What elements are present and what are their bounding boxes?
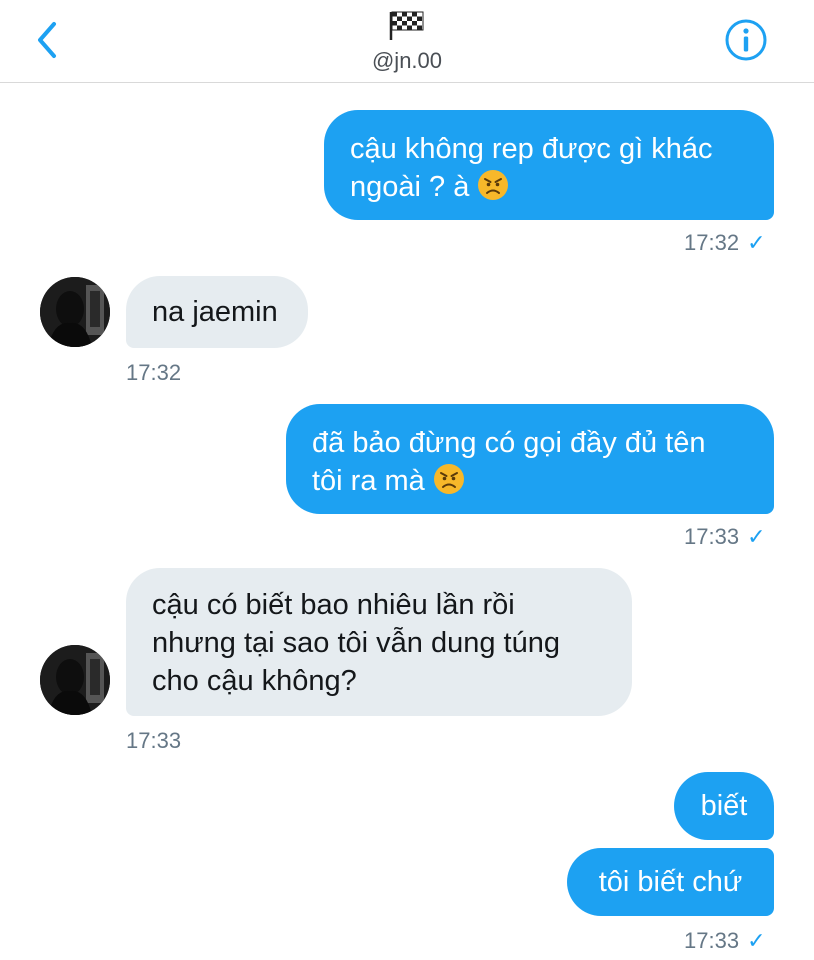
avatar[interactable] — [40, 645, 110, 715]
read-check-icon: ✓ — [747, 524, 766, 549]
angry-face-emoji — [478, 170, 509, 200]
message-text: cậu có biết bao nhiêu lần rồi — [152, 589, 515, 621]
message-bubble[interactable]: cậu không rep được gì khác ngoài ? à — [324, 110, 774, 220]
avatar-image — [40, 277, 110, 347]
message-timestamp: 17:33 — [126, 728, 182, 753]
message-text: đã bảo đừng có gọi đầy đủ tên — [312, 427, 706, 459]
message-text: nhưng tại sao tôi vẫn dung túng — [152, 627, 560, 659]
read-check-icon: ✓ — [747, 928, 766, 953]
avatar[interactable] — [40, 277, 110, 347]
message-timestamp: 17:33 ✓ — [684, 524, 766, 549]
conversation-handle[interactable]: @jn.00 — [0, 48, 814, 74]
checkered-flag-icon — [389, 11, 424, 40]
info-button[interactable] — [724, 18, 768, 62]
message-timestamp: 17:32 — [126, 360, 182, 385]
message-text: tôi ra mà — [312, 465, 425, 497]
message-text: biết — [700, 790, 748, 822]
message-bubble[interactable]: đã bảo đừng có gọi đầy đủ tên tôi ra mà — [286, 404, 774, 514]
message-bubble[interactable]: na jaemin — [126, 276, 308, 348]
message-timestamp: 17:33 ✓ — [684, 928, 766, 953]
message-bubble[interactable]: tôi biết chứ — [567, 848, 774, 916]
message-text: tôi biết chứ — [598, 866, 743, 898]
message-text: cho cậu không? — [152, 665, 357, 697]
message-text: cậu không rep được gì khác — [350, 133, 713, 165]
message-text: na jaemin — [152, 296, 278, 328]
angry-face-emoji — [433, 464, 464, 494]
message-timestamp: 17:32 ✓ — [684, 230, 766, 255]
message-bubble[interactable]: biết — [674, 772, 774, 840]
read-check-icon: ✓ — [747, 230, 766, 255]
info-icon — [725, 19, 767, 61]
message-text: ngoài ? à — [350, 171, 470, 203]
message-bubble[interactable]: cậu có biết bao nhiêu lần rồi nhưng tại … — [126, 568, 632, 716]
conversation-header: @jn.00 — [0, 0, 814, 83]
avatar-image — [40, 645, 110, 715]
